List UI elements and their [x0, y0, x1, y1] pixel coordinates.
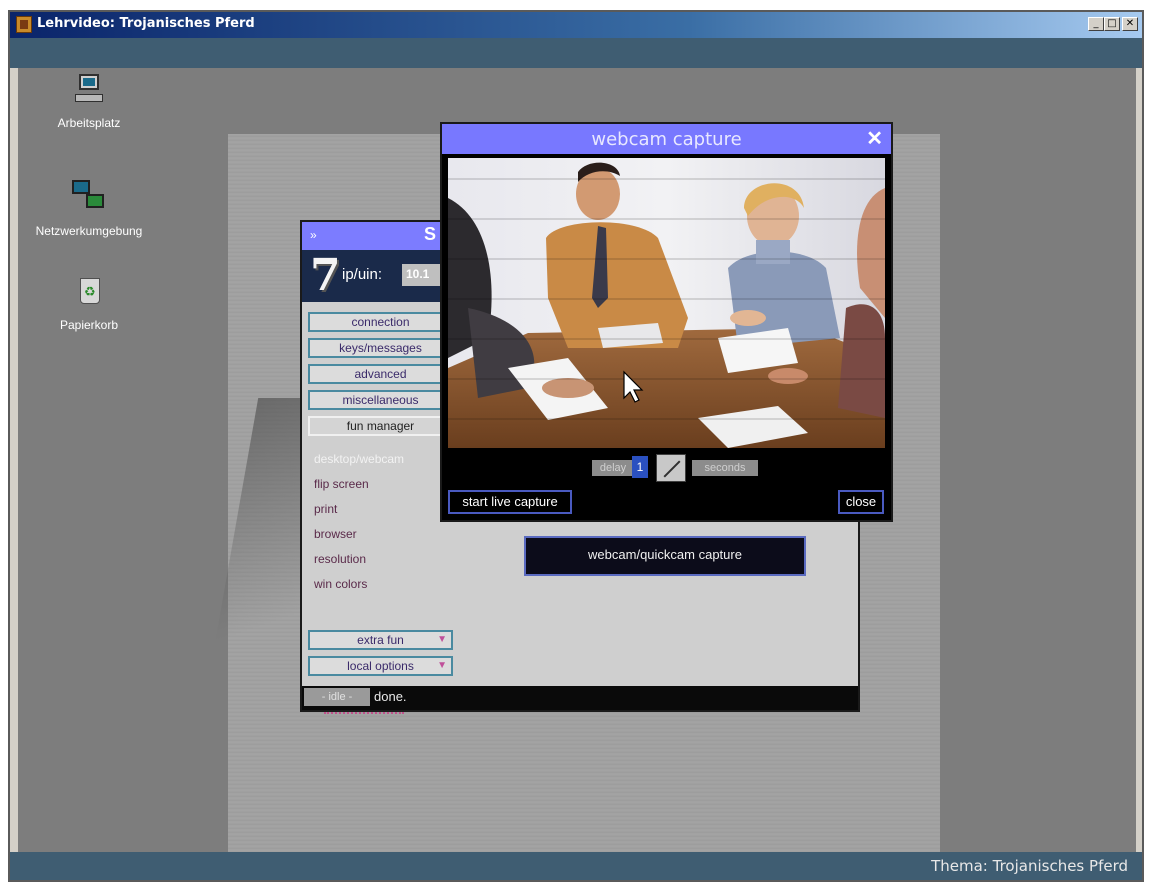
recycle-bin-icon — [72, 274, 106, 308]
status-bar: - idle - done. — [302, 686, 858, 710]
close-icon[interactable]: ✕ — [866, 126, 883, 151]
print-link[interactable]: print — [314, 502, 337, 516]
network-icon — [72, 180, 106, 214]
dropdown-label: local options — [347, 659, 414, 673]
miscellaneous-button[interactable]: miscellaneous — [308, 390, 453, 410]
minimize-button[interactable]: _ — [1088, 17, 1104, 31]
app-window: Lehrvideo: Trojanisches Pferd _ □ ✕ Arbe… — [8, 10, 1144, 882]
fun-manager-button[interactable]: fun manager — [308, 416, 453, 436]
desktop-icon-papierkorb[interactable]: Papierkorb — [24, 274, 154, 332]
close-capture-button[interactable]: close — [838, 490, 884, 514]
extra-fun-dropdown[interactable]: extra fun ▼ — [308, 630, 453, 650]
desktop-icon-label: Netzwerkumgebung — [35, 224, 143, 238]
chevron-down-icon: ▼ — [437, 660, 447, 671]
topic-label: Thema: Trojanisches Pferd — [931, 857, 1128, 875]
title-bar: Lehrvideo: Trojanisches Pferd _ □ ✕ — [10, 12, 1142, 38]
webcam-capture-window: webcam capture ✕ delay 1 seconds start l… — [440, 122, 893, 522]
sub7-title-letter: S — [424, 224, 437, 244]
collapse-arrow-icon[interactable]: » — [310, 228, 317, 242]
delay-label: delay — [592, 460, 634, 476]
delay-stepper[interactable] — [656, 454, 686, 482]
win-colors-link[interactable]: win colors — [314, 577, 367, 591]
webcam-image — [448, 158, 885, 448]
advanced-button[interactable]: advanced — [308, 364, 453, 384]
flip-screen-link[interactable]: flip screen — [314, 477, 369, 491]
keys-messages-button[interactable]: keys/messages — [308, 338, 453, 358]
ip-input[interactable]: 10.1 — [402, 264, 442, 286]
sub7-logo: 7 — [310, 250, 341, 301]
webcam-title: webcam capture — [591, 129, 742, 150]
chevron-down-icon: ▼ — [437, 634, 447, 645]
dropdown-label: extra fun — [357, 633, 404, 647]
ip-label: ip/uin: — [342, 266, 383, 283]
browser-link[interactable]: browser — [314, 527, 357, 541]
webcam-title-bar[interactable]: webcam capture ✕ — [442, 124, 891, 154]
desktop-icon-label: Arbeitsplatz — [57, 116, 121, 130]
top-band — [10, 38, 1142, 68]
desktop-webcam-link[interactable]: desktop/webcam — [314, 452, 404, 466]
close-button[interactable]: ✕ — [1122, 17, 1138, 31]
window-title: Lehrvideo: Trojanisches Pferd — [37, 16, 255, 31]
delay-input[interactable]: 1 — [632, 456, 648, 478]
status-message: done. — [374, 689, 407, 704]
desktop-icon-label: Papierkorb — [59, 318, 119, 332]
bottom-bar: Thema: Trojanisches Pferd — [10, 852, 1142, 880]
app-icon — [16, 16, 32, 33]
webcam-quickcam-capture-button[interactable]: webcam/quickcam capture — [524, 536, 806, 576]
maximize-button[interactable]: □ — [1104, 17, 1120, 31]
status-badge: - idle - — [304, 688, 370, 706]
decorative-trail — [324, 712, 404, 718]
webcam-video-frame — [448, 158, 885, 448]
delay-control: delay 1 seconds — [592, 454, 772, 484]
desktop-icon-arbeitsplatz[interactable]: Arbeitsplatz — [24, 72, 154, 130]
desktop-icon-netzwerkumgebung[interactable]: Netzwerkumgebung — [24, 180, 154, 238]
connection-button[interactable]: connection — [308, 312, 453, 332]
resolution-link[interactable]: resolution — [314, 552, 366, 566]
seconds-label: seconds — [692, 460, 758, 476]
local-options-dropdown[interactable]: local options ▼ — [308, 656, 453, 676]
start-live-capture-button[interactable]: start live capture — [448, 490, 572, 514]
computer-icon — [72, 72, 106, 106]
